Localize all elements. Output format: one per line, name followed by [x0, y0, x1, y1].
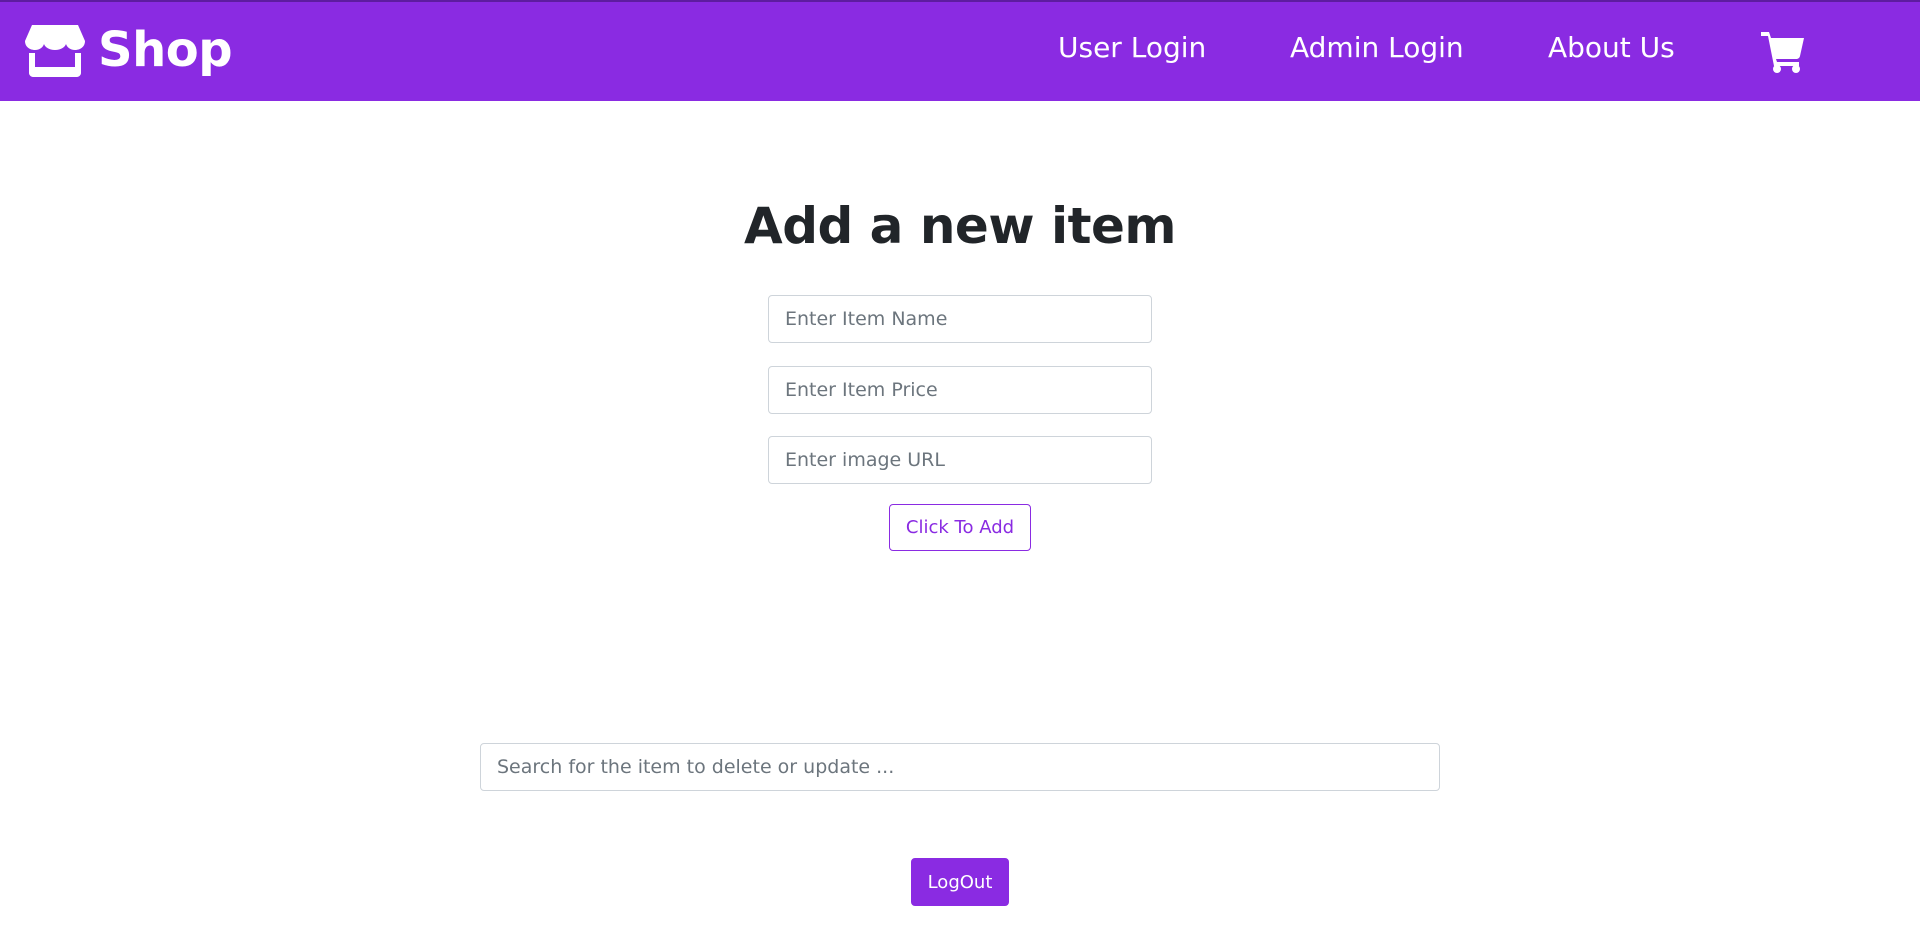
item-name-input[interactable]	[768, 295, 1152, 343]
search-input[interactable]	[480, 743, 1440, 791]
image-url-input[interactable]	[768, 436, 1152, 484]
logout-button[interactable]: LogOut	[911, 858, 1009, 906]
item-price-input[interactable]	[768, 366, 1152, 414]
cart-icon[interactable]	[1760, 29, 1806, 73]
nav-link-user-login[interactable]: User Login	[1058, 31, 1206, 64]
page-title: Add a new item	[744, 197, 1177, 255]
add-item-button[interactable]: Click To Add	[889, 504, 1031, 551]
brand-link[interactable]: Shop	[24, 20, 233, 80]
brand-name: Shop	[98, 22, 233, 78]
store-icon	[25, 25, 85, 77]
nav-link-admin-login[interactable]: Admin Login	[1290, 31, 1464, 64]
navbar: Shop User Login Admin Login About Us	[0, 0, 1920, 101]
nav-link-about-us[interactable]: About Us	[1548, 31, 1675, 64]
